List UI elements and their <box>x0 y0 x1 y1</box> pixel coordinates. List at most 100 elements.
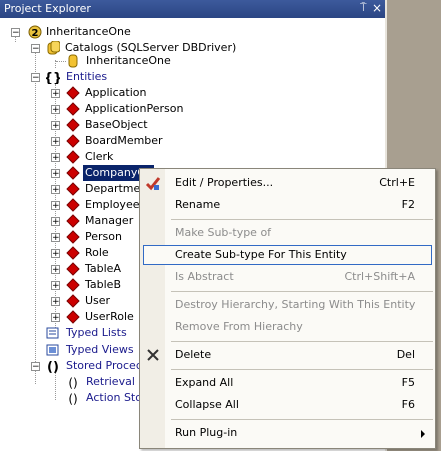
expand-icon[interactable]: + <box>51 233 60 243</box>
menu-item-delete[interactable]: Delete Del <box>140 344 435 366</box>
entity-icon <box>66 102 80 116</box>
delete-x-icon <box>146 348 160 370</box>
menu-item-label: Run Plug-in <box>175 426 238 439</box>
project-icon: 2 <box>28 25 42 39</box>
menu-item-rename[interactable]: Rename F2 <box>140 194 435 216</box>
pin-icon[interactable]: ⍑ <box>360 1 367 15</box>
entity-icon <box>66 246 80 260</box>
menu-item-run-plugin[interactable]: Run Plug-in <box>140 422 435 444</box>
tree-line <box>55 372 56 400</box>
stored-procedures-label: Stored Procedu <box>66 359 150 372</box>
expand-icon[interactable]: + <box>51 313 60 323</box>
panel-title: Project Explorer <box>4 2 91 15</box>
expand-icon[interactable]: + <box>51 153 60 163</box>
submenu-arrow-icon <box>421 430 425 438</box>
entity-icon <box>66 310 80 324</box>
entity-icon <box>66 198 80 212</box>
menu-item-label: Remove From Hierachy <box>175 320 303 333</box>
menu-item-label: Destroy Hierarchy, Starting With This En… <box>175 298 416 311</box>
procedures-folder-icon: () <box>46 359 60 375</box>
panel-titlebar: Project Explorer ⍑ × <box>0 0 385 18</box>
entity-icon <box>66 166 80 180</box>
menu-item-shortcut: F5 <box>401 376 415 389</box>
entity-icon <box>66 294 80 308</box>
menu-item-expand-all[interactable]: Expand All F5 <box>140 372 435 394</box>
menu-separator <box>171 219 433 220</box>
entity-label: ApplicationPerson <box>85 102 184 115</box>
expand-icon[interactable]: + <box>51 121 60 131</box>
entity-label: Employee <box>85 198 140 211</box>
entity-label: Person <box>85 230 122 243</box>
collapse-icon[interactable]: − <box>31 362 40 372</box>
expand-icon[interactable]: + <box>51 105 60 115</box>
svg-text:(): () <box>47 360 59 373</box>
menu-item-destroy-hierarchy: Destroy Hierarchy, Starting With This En… <box>140 294 435 316</box>
entities-folder-icon: {} <box>44 70 63 86</box>
menu-item-shortcut: F2 <box>401 198 415 211</box>
menu-item-edit-properties[interactable]: Edit / Properties... Ctrl+E <box>140 172 435 194</box>
menu-item-label: Delete <box>175 348 212 361</box>
expand-icon[interactable]: + <box>51 137 60 147</box>
typed-list-icon <box>46 326 60 340</box>
menu-item-shortcut: Ctrl+Shift+A <box>344 270 415 283</box>
entity-icon <box>66 214 80 228</box>
expand-icon[interactable]: + <box>51 201 60 211</box>
collapse-icon[interactable]: − <box>31 73 40 83</box>
menu-item-label: Edit / Properties... <box>175 176 274 189</box>
root-label: InheritanceOne <box>46 25 131 38</box>
menu-item-create-subtype[interactable]: Create Sub-type For This Entity <box>140 244 435 266</box>
expand-icon[interactable]: + <box>51 297 60 307</box>
entity-label: BaseObject <box>85 118 148 131</box>
svg-text:(): () <box>68 392 77 405</box>
menu-item-label: Make Sub-type of <box>175 226 272 239</box>
menu-item-remove-from-hierarchy: Remove From Hierachy <box>140 316 435 338</box>
expand-icon[interactable]: + <box>51 169 60 179</box>
expand-icon[interactable]: + <box>51 265 60 275</box>
typed-views-label: Typed Views <box>66 343 134 356</box>
typed-view-icon <box>46 343 60 357</box>
database-icon <box>66 54 80 68</box>
entity-label: Application <box>85 86 147 99</box>
expand-icon[interactable]: + <box>51 249 60 259</box>
menu-item-make-subtype: Make Sub-type of <box>140 222 435 244</box>
procedure-icon: () <box>66 391 80 406</box>
entity-label: TableA <box>85 262 121 275</box>
collapse-icon[interactable]: − <box>31 44 40 54</box>
entity-icon <box>66 118 80 132</box>
expand-icon[interactable]: + <box>51 185 60 195</box>
entity-icon <box>66 278 80 292</box>
menu-item-collapse-all[interactable]: Collapse All F6 <box>140 394 435 416</box>
svg-text:(): () <box>68 376 77 389</box>
menu-separator <box>171 341 433 342</box>
entity-icon <box>66 150 80 164</box>
action-label: Action Stor <box>86 391 147 404</box>
entity-label: UserRole <box>85 310 134 323</box>
entity-label: Role <box>85 246 109 259</box>
expand-icon[interactable]: + <box>51 217 60 227</box>
entity-label: Manager <box>85 214 134 227</box>
menu-item-label: Rename <box>175 198 221 211</box>
svg-text:{}: {} <box>46 71 60 84</box>
entity-label: BoardMember <box>85 134 163 147</box>
collapse-icon[interactable]: − <box>11 28 20 38</box>
menu-separator <box>171 369 433 370</box>
menu-item-shortcut: Del <box>396 348 415 361</box>
entity-label: User <box>85 294 111 307</box>
menu-item-is-abstract: Is Abstract Ctrl+Shift+A <box>140 266 435 288</box>
expand-icon[interactable]: + <box>51 89 60 99</box>
entity-icon <box>66 134 80 148</box>
menu-separator <box>171 291 433 292</box>
menu-item-shortcut: Ctrl+E <box>379 176 415 189</box>
close-icon[interactable]: × <box>372 1 382 15</box>
context-menu: Edit / Properties... Ctrl+E Rename F2 Ma… <box>139 168 436 449</box>
entity-icon <box>66 262 80 276</box>
expand-icon[interactable]: + <box>51 281 60 291</box>
entity-label: TableB <box>85 278 121 291</box>
menu-item-label: Expand All <box>175 376 234 389</box>
entity-icon <box>66 86 80 100</box>
svg-text:2: 2 <box>32 28 39 39</box>
menu-item-shortcut: F6 <box>401 398 415 411</box>
entity-label: Clerk <box>85 150 114 163</box>
entity-icon <box>66 230 80 244</box>
tree-line <box>56 61 66 62</box>
